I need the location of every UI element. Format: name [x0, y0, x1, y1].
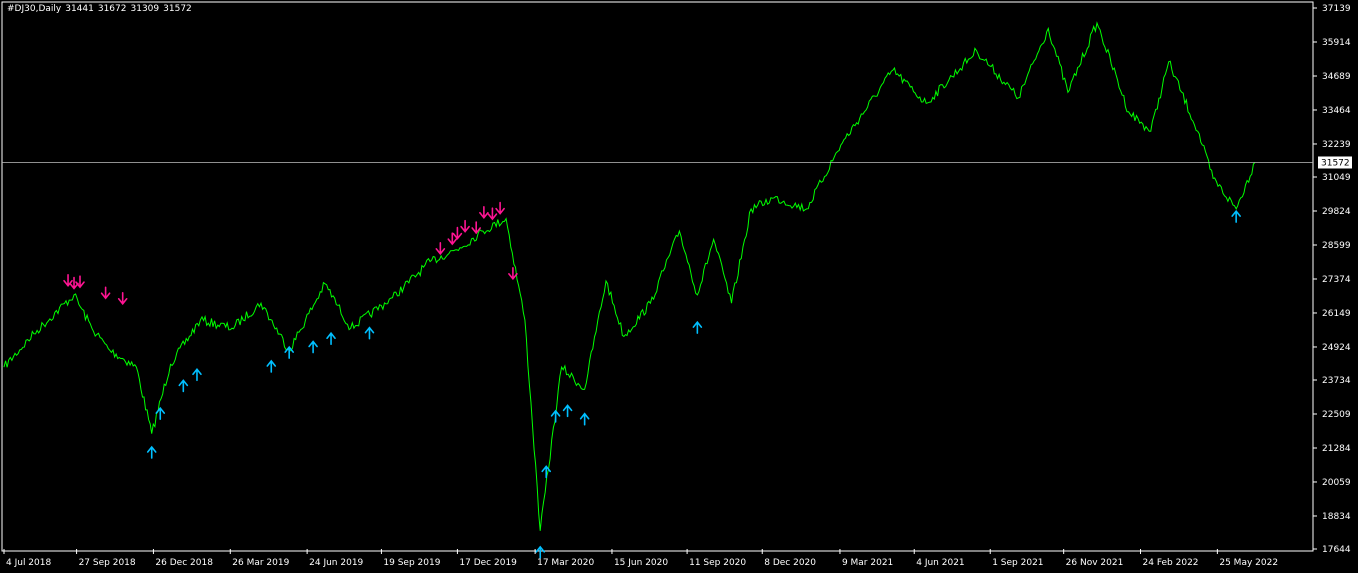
plot-frame: [1, 1, 1314, 552]
buy-arrow: [308, 340, 318, 354]
buy-arrow: [192, 368, 202, 382]
y-tick-label: 26149: [1322, 309, 1351, 319]
x-tick-label: 8 Dec 2020: [764, 558, 816, 568]
buy-arrow: [146, 445, 157, 459]
sell-arrow: [487, 207, 498, 221]
y-tick-label: 29824: [1322, 207, 1351, 217]
x-tick-label: 26 Dec 2018: [155, 558, 213, 568]
current-price-layer: 31572: [2, 156, 1352, 169]
x-tick-label: 27 Sep 2018: [79, 558, 136, 568]
x-tick-label: 9 Mar 2021: [842, 558, 893, 568]
x-tick-label: 11 Sep 2020: [689, 558, 746, 568]
y-tick-label: 28599: [1322, 241, 1351, 251]
buy-arrow: [326, 331, 336, 346]
close-value: 31572: [163, 4, 192, 14]
y-tick-label: 37139: [1322, 4, 1351, 14]
y-tick-label: 23734: [1322, 376, 1351, 386]
x-tick-label: 26 Nov 2021: [1066, 558, 1124, 568]
buy-arrow: [550, 409, 561, 423]
y-tick-label: 31049: [1322, 173, 1351, 183]
sell-arrow: [452, 226, 463, 240]
price-axis[interactable]: 17644 18834 20059 21284 22509 23734 24924 26149…: [1313, 4, 1351, 555]
y-tick-label: 22509: [1322, 410, 1351, 420]
price-line: [3, 21, 1256, 531]
chart-window[interactable]: 31572 17644 18834 20059 21284 22509 23734 2492…: [0, 0, 1358, 573]
buy-arrow: [178, 379, 189, 393]
buy-arrow: [364, 326, 375, 340]
y-tick-label: 33464: [1322, 106, 1351, 116]
signals-layer: [63, 201, 1241, 559]
high-value: 31672: [97, 4, 127, 14]
sell-arrow: [435, 242, 446, 256]
buy-arrow: [562, 404, 573, 418]
y-tick-label: 34689: [1322, 72, 1351, 82]
y-tick-label: 18834: [1322, 512, 1351, 522]
sell-arrow: [460, 219, 470, 233]
x-tick-label: 19 Sep 2019: [383, 558, 440, 568]
buy-arrow: [692, 320, 703, 334]
sell-arrow: [495, 201, 505, 215]
y-tick-label: 27374: [1322, 275, 1351, 285]
x-tick-label: 25 May 2022: [1219, 558, 1278, 568]
y-tick-label: 24924: [1322, 343, 1351, 353]
buy-arrow: [1231, 209, 1241, 223]
price-line-layer: [3, 21, 1256, 531]
x-tick-label: 24 Feb 2022: [1143, 558, 1199, 568]
buy-arrow: [579, 412, 590, 426]
y-tick-label: 35914: [1322, 38, 1351, 48]
x-tick-label: 1 Sep 2021: [992, 558, 1043, 568]
y-tick-label: 17644: [1322, 545, 1351, 555]
symbol-label: #DJ30,Daily: [7, 4, 62, 14]
current-price-label: 31572: [1321, 158, 1350, 168]
symbol-header: #DJ30,Daily 31441 31672 31309 31572: [7, 4, 196, 14]
low-value: 31309: [130, 4, 160, 14]
open-value: 31441: [65, 4, 94, 14]
sell-arrow: [479, 205, 489, 220]
buy-arrow: [155, 406, 166, 420]
time-axis[interactable]: 4 Jul 2018 27 Sep 2018 26 Dec 2018 26 Mar 2…: [3, 549, 1278, 568]
sell-arrow: [117, 291, 128, 306]
x-tick-label: 4 Jun 2021: [916, 558, 964, 568]
buy-arrow: [266, 359, 277, 373]
x-tick-label: 17 Mar 2020: [537, 558, 594, 568]
x-tick-label: 26 Mar 2019: [232, 558, 289, 568]
y-tick-label: 32239: [1322, 140, 1351, 150]
sell-arrow: [100, 286, 111, 300]
x-tick-label: 17 Dec 2019: [459, 558, 517, 568]
x-tick-label: 15 Jun 2020: [614, 558, 668, 568]
y-tick-label: 21284: [1322, 444, 1351, 454]
buy-arrow: [535, 545, 546, 559]
y-tick-label: 20059: [1322, 478, 1351, 488]
price-chart[interactable]: 31572 17644 18834 20059 21284 22509 23734 2492…: [0, 0, 1358, 573]
x-tick-label: 4 Jul 2018: [6, 558, 51, 568]
x-tick-label: 24 Jun 2019: [309, 558, 363, 568]
